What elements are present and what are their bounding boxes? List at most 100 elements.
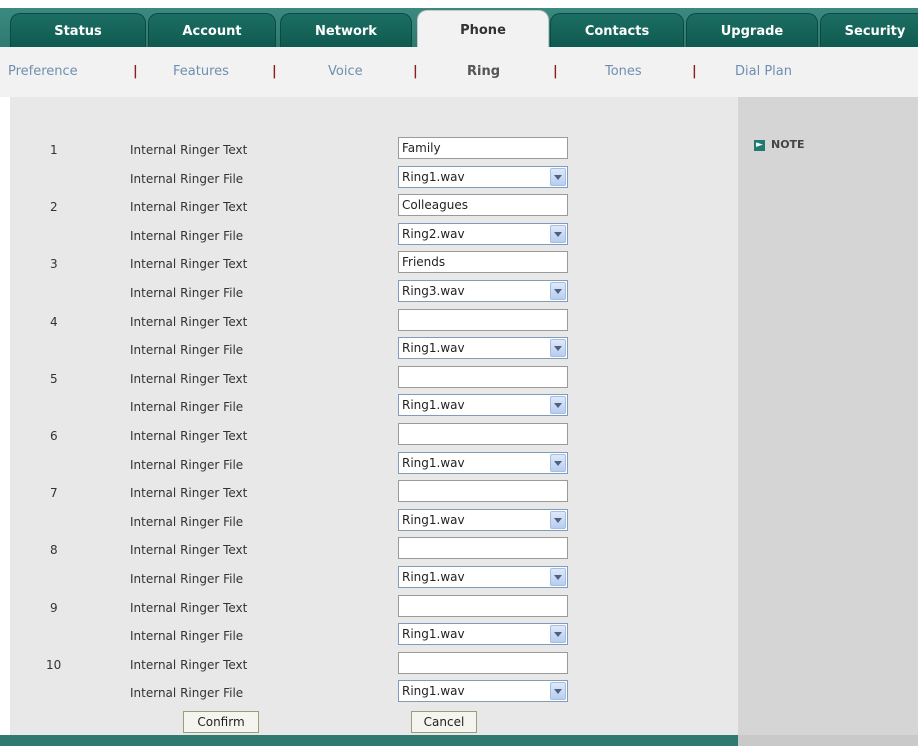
internal-ringer-text-input[interactable] [398,309,568,331]
ringer-text-row: 4 Internal Ringer Text [10,309,738,335]
ringer-file-row: Internal Ringer File Ring1.wav [10,452,738,478]
chevron-down-icon[interactable] [550,396,566,414]
chevron-down-icon[interactable] [550,339,566,357]
tab-account[interactable]: Account [148,13,276,47]
chevron-down-icon[interactable] [550,682,566,700]
ringer-text-row: 8 Internal Ringer Text [10,537,738,563]
internal-ringer-file-label: Internal Ringer File [130,515,244,529]
ring-settings-form: 1 Internal Ringer Text Internal Ringer Fil… [10,97,738,735]
internal-ringer-text-input[interactable] [398,480,568,502]
ring-number: 6 [50,429,58,443]
internal-ringer-text-label: Internal Ringer Text [130,257,248,271]
ring-number: 8 [50,543,58,557]
ringer-text-row: 6 Internal Ringer Text [10,423,738,449]
ringer-text-row: 1 Internal Ringer Text [10,137,738,163]
tab-network[interactable]: Network [280,13,412,47]
internal-ringer-file-select[interactable]: Ring1.wav [398,337,568,359]
internal-ringer-text-input[interactable] [398,423,568,445]
chevron-down-icon[interactable] [550,511,566,529]
internal-ringer-file-label: Internal Ringer File [130,686,244,700]
subnav-separator: | [413,64,418,79]
chevron-down-icon[interactable] [550,568,566,586]
ringer-file-row: Internal Ringer File Ring3.wav [10,280,738,306]
internal-ringer-file-select[interactable]: Ring3.wav [398,280,568,302]
subnav-preference[interactable]: Preference [8,64,78,80]
internal-ringer-file-select[interactable]: Ring1.wav [398,623,568,645]
ring-number: 9 [50,601,58,615]
subnav-separator: | [553,64,558,79]
tab-upgrade[interactable]: Upgrade [686,13,818,47]
internal-ringer-text-label: Internal Ringer Text [130,543,248,557]
cancel-button[interactable]: Cancel [411,711,477,733]
internal-ringer-text-label: Internal Ringer Text [130,372,248,386]
internal-ringer-text-label: Internal Ringer Text [130,658,248,672]
subnav-tones[interactable]: Tones [605,64,642,80]
selected-ringer-file: Ring1.wav [402,627,465,641]
internal-ringer-file-label: Internal Ringer File [130,400,244,414]
tab-contacts[interactable]: Contacts [550,13,684,47]
selected-ringer-file: Ring1.wav [402,570,465,584]
ringer-file-row: Internal Ringer File Ring2.wav [10,223,738,249]
chevron-down-icon[interactable] [550,625,566,643]
ring-number: 3 [50,257,58,271]
internal-ringer-text-input[interactable] [398,537,568,559]
tab-phone[interactable]: Phone [417,10,549,47]
internal-ringer-text-input[interactable] [398,366,568,388]
ringer-file-row: Internal Ringer File Ring1.wav [10,337,738,363]
internal-ringer-file-label: Internal Ringer File [130,172,244,186]
selected-ringer-file: Ring2.wav [402,227,465,241]
note-heading: ► NOTE [754,138,805,151]
ring-number: 1 [50,143,58,157]
top-tab-bar: Status Account Network Phone Contacts Up… [0,0,918,47]
internal-ringer-file-select[interactable]: Ring2.wav [398,223,568,245]
internal-ringer-text-label: Internal Ringer Text [130,601,248,615]
internal-ringer-text-label: Internal Ringer Text [130,143,248,157]
selected-ringer-file: Ring1.wav [402,398,465,412]
subnav-dial-plan[interactable]: Dial Plan [735,64,792,80]
ringer-file-row: Internal Ringer File Ring1.wav [10,623,738,649]
sub-navigation: Preference | Features | Voice | Ring | T… [0,47,918,97]
internal-ringer-file-select[interactable]: Ring1.wav [398,166,568,188]
internal-ringer-text-label: Internal Ringer Text [130,486,248,500]
internal-ringer-text-input[interactable] [398,595,568,617]
subnav-separator: | [133,64,138,79]
selected-ringer-file: Ring1.wav [402,341,465,355]
subnav-features[interactable]: Features [173,64,229,80]
tab-security[interactable]: Security [820,13,918,47]
internal-ringer-file-select[interactable]: Ring1.wav [398,394,568,416]
tab-status[interactable]: Status [10,13,146,47]
internal-ringer-file-label: Internal Ringer File [130,629,244,643]
subnav-ring[interactable]: Ring [467,64,500,80]
ringer-file-row: Internal Ringer File Ring1.wav [10,394,738,420]
internal-ringer-text-input[interactable] [398,137,568,159]
internal-ringer-text-label: Internal Ringer Text [130,200,248,214]
internal-ringer-file-select[interactable]: Ring1.wav [398,509,568,531]
selected-ringer-file: Ring1.wav [402,513,465,527]
internal-ringer-text-label: Internal Ringer Text [130,429,248,443]
internal-ringer-file-select[interactable]: Ring1.wav [398,680,568,702]
chevron-down-icon[interactable] [550,168,566,186]
chevron-down-icon[interactable] [550,225,566,243]
internal-ringer-file-label: Internal Ringer File [130,286,244,300]
chevron-down-icon[interactable] [550,282,566,300]
internal-ringer-file-select[interactable]: Ring1.wav [398,566,568,588]
note-label: NOTE [771,138,805,151]
internal-ringer-file-select[interactable]: Ring1.wav [398,452,568,474]
footer-sidebar-bar [738,735,918,746]
ring-number: 2 [50,200,58,214]
internal-ringer-text-input[interactable] [398,251,568,273]
ringer-text-row: 10 Internal Ringer Text [10,652,738,678]
chevron-down-icon[interactable] [550,454,566,472]
internal-ringer-text-input[interactable] [398,194,568,216]
arrow-right-icon: ► [754,139,765,151]
ringer-file-row: Internal Ringer File Ring1.wav [10,566,738,592]
internal-ringer-text-label: Internal Ringer Text [130,315,248,329]
subnav-separator: | [272,64,277,79]
subnav-voice[interactable]: Voice [328,64,363,80]
ringer-text-row: 9 Internal Ringer Text [10,595,738,621]
selected-ringer-file: Ring3.wav [402,284,465,298]
internal-ringer-text-input[interactable] [398,652,568,674]
subnav-separator: | [692,64,697,79]
ringer-text-row: 5 Internal Ringer Text [10,366,738,392]
confirm-button[interactable]: Confirm [183,711,259,733]
